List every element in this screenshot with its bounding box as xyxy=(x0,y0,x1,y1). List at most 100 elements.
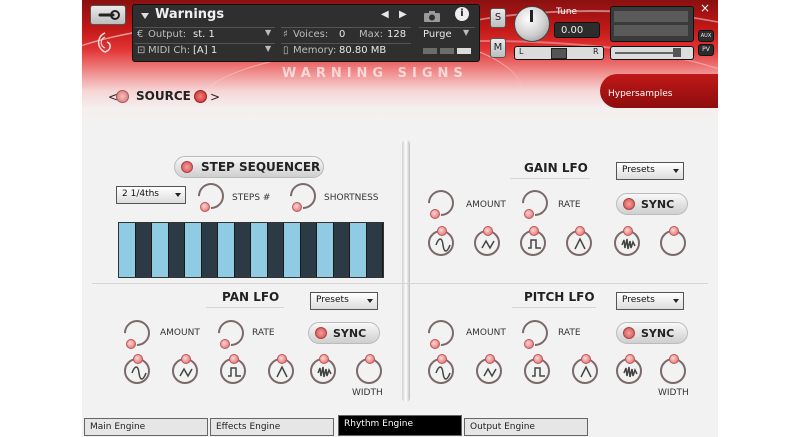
max-voices-value[interactable]: 128 xyxy=(387,29,406,40)
pitch-lfo-presets-label: Presets xyxy=(622,295,655,305)
gain-lfo-shape-indicator-icon xyxy=(669,226,679,236)
close-button[interactable]: × xyxy=(698,2,712,15)
gain-lfo-rate-label: RATE xyxy=(558,200,581,210)
pitch-lfo-rate-label: RATE xyxy=(558,328,581,338)
output-value: st. 1 xyxy=(193,29,215,40)
camera-icon[interactable] xyxy=(423,8,441,22)
pan-slider-handle[interactable] xyxy=(551,48,567,59)
pitch-lfo-sync-button[interactable]: SYNC xyxy=(616,322,688,344)
instrument-panel: WARNING SIGNS Hypersamples Warnings ◀ ▶ … xyxy=(82,0,718,437)
pan-lfo-presets-dropdown[interactable]: Presets xyxy=(310,292,378,310)
memory-readout: ▯ Memory: 80.80 MB xyxy=(281,43,411,58)
wrench-button[interactable] xyxy=(90,5,126,25)
tab-effects-engine[interactable]: Effects Engine xyxy=(210,418,334,436)
shortness-knob[interactable] xyxy=(284,177,322,215)
shortness-label: SHORTNESS xyxy=(324,193,379,203)
pan-lfo-amount-knob[interactable] xyxy=(118,314,156,352)
tab-main-engine[interactable]: Main Engine xyxy=(84,418,208,436)
gain-lfo-rate-knob[interactable] xyxy=(516,184,554,222)
steps-knob[interactable] xyxy=(192,177,230,215)
gain-lfo-shape-indicator-icon xyxy=(575,226,585,236)
volume-slider-handle[interactable] xyxy=(673,48,681,57)
tune-value[interactable]: 0.00 xyxy=(554,22,600,38)
pitch-lfo-shape-indicator-icon xyxy=(625,354,635,364)
step-sequencer-led-icon xyxy=(181,161,193,173)
pan-lfo-amount-label: AMOUNT xyxy=(160,328,200,338)
gain-lfo-shape-indicator-icon xyxy=(529,226,539,236)
source-next-button[interactable]: > xyxy=(210,90,220,104)
tune-label: Tune xyxy=(556,7,578,17)
pitch-lfo-amount-indicator-icon xyxy=(430,339,440,349)
pitch-lfo-shape-indicator-icon xyxy=(669,354,679,364)
gain-lfo-shape-indicator-icon xyxy=(437,226,447,236)
pan-slider[interactable]: L R xyxy=(514,46,604,60)
voices-readout: ♯ Voices: 0 Max: 128 xyxy=(281,27,411,42)
step-sequencer-toggle[interactable]: STEP SEQUENCER xyxy=(174,156,324,178)
pitch-lfo-rate-knob[interactable] xyxy=(516,314,554,352)
pv-button[interactable]: PV xyxy=(698,44,714,56)
pitch-lfo-presets-dropdown[interactable]: Presets xyxy=(616,292,684,310)
pan-lfo-rate-knob[interactable] xyxy=(212,314,250,352)
gain-lfo-sync-led-icon xyxy=(623,198,635,210)
pan-lfo-rate-indicator-icon xyxy=(220,339,230,349)
pan-lfo-rate-label: RATE xyxy=(252,328,275,338)
triangle-wave-icon xyxy=(481,239,495,250)
gain-lfo-sync-button[interactable]: SYNC xyxy=(616,193,688,215)
gain-lfo-title-rule xyxy=(510,178,590,179)
gain-lfo-sync-label: SYNC xyxy=(641,198,675,211)
chevron-down-icon: ▼ xyxy=(463,28,470,37)
source-label: SOURCE xyxy=(136,89,191,103)
volume-slider[interactable] xyxy=(610,46,694,60)
instrument-logo-icon xyxy=(94,30,116,56)
level-meter xyxy=(610,6,694,42)
square-wave-icon xyxy=(528,239,541,249)
pitch-lfo-rate-indicator-icon xyxy=(524,339,534,349)
tab-output-engine[interactable]: Output Engine xyxy=(464,418,588,436)
mute-button[interactable]: M xyxy=(490,38,506,58)
output-selector[interactable]: € Output: st. 1 ▼ xyxy=(135,27,275,42)
pitch-lfo-title: PITCH LFO xyxy=(524,290,595,304)
instrument-name-dropdown[interactable]: Warnings xyxy=(139,7,369,24)
memory-value: 80.80 MB xyxy=(339,45,387,56)
ramp-wave-icon xyxy=(580,365,592,378)
noise-wave-icon xyxy=(621,238,636,250)
pan-lfo-amount-indicator-icon xyxy=(126,339,136,349)
tune-knob[interactable] xyxy=(514,6,550,42)
voices-icon: ♯ xyxy=(283,29,288,40)
shortness-knob-indicator-icon xyxy=(292,202,302,212)
chevron-down-icon: ▼ xyxy=(265,44,272,53)
pitch-lfo-shape-indicator-icon xyxy=(437,354,447,364)
pan-lfo-title-rule xyxy=(206,307,284,308)
gain-lfo-amount-knob[interactable] xyxy=(422,184,460,222)
tab-rhythm-engine[interactable]: Rhythm Engine xyxy=(338,415,462,436)
prev-instrument-icon[interactable]: ◀ xyxy=(381,9,389,20)
instrument-header-bar: Warnings ◀ ▶ i € Output: st. 1 ▼ ⊡ MIDI … xyxy=(82,0,718,64)
pan-lfo-presets-label: Presets xyxy=(316,295,349,305)
pan-lfo-sync-button[interactable]: SYNC xyxy=(308,322,380,344)
purge-label: Purge xyxy=(423,29,452,40)
next-instrument-icon[interactable]: ▶ xyxy=(399,9,407,20)
gain-lfo-rate-indicator-icon xyxy=(524,209,534,219)
sine-wave-icon xyxy=(435,238,451,252)
voices-label: Voices: xyxy=(293,29,329,40)
pitch-lfo-amount-knob[interactable] xyxy=(422,314,460,352)
gain-lfo-shape-indicator-icon xyxy=(483,226,493,236)
midi-channel-selector[interactable]: ⊡ MIDI Ch: [A] 1 ▼ xyxy=(135,43,275,58)
solo-button[interactable]: S xyxy=(490,8,506,28)
brand-label: Hypersamples xyxy=(608,89,673,99)
voices-value: 0 xyxy=(339,29,346,40)
horizontal-divider xyxy=(92,283,708,284)
ramp-wave-icon xyxy=(574,237,586,250)
step-rate-dropdown[interactable]: 2 1/4ths xyxy=(116,186,186,204)
pan-lfo-sync-label: SYNC xyxy=(333,327,367,340)
purge-dropdown[interactable]: Purge ▼ xyxy=(419,27,475,42)
steps-knob-indicator-icon xyxy=(200,202,210,212)
info-icon[interactable]: i xyxy=(455,7,469,21)
gain-lfo-presets-dropdown[interactable]: Presets xyxy=(616,162,684,180)
source-prev-led-icon[interactable] xyxy=(116,90,129,103)
source-next-led-icon[interactable] xyxy=(194,90,207,103)
instrument-name: Warnings xyxy=(155,7,225,22)
aux-button[interactable]: AUX xyxy=(698,30,714,42)
gain-lfo-shape-indicator-icon xyxy=(623,226,633,236)
pan-lfo-sync-led-icon xyxy=(315,327,327,339)
